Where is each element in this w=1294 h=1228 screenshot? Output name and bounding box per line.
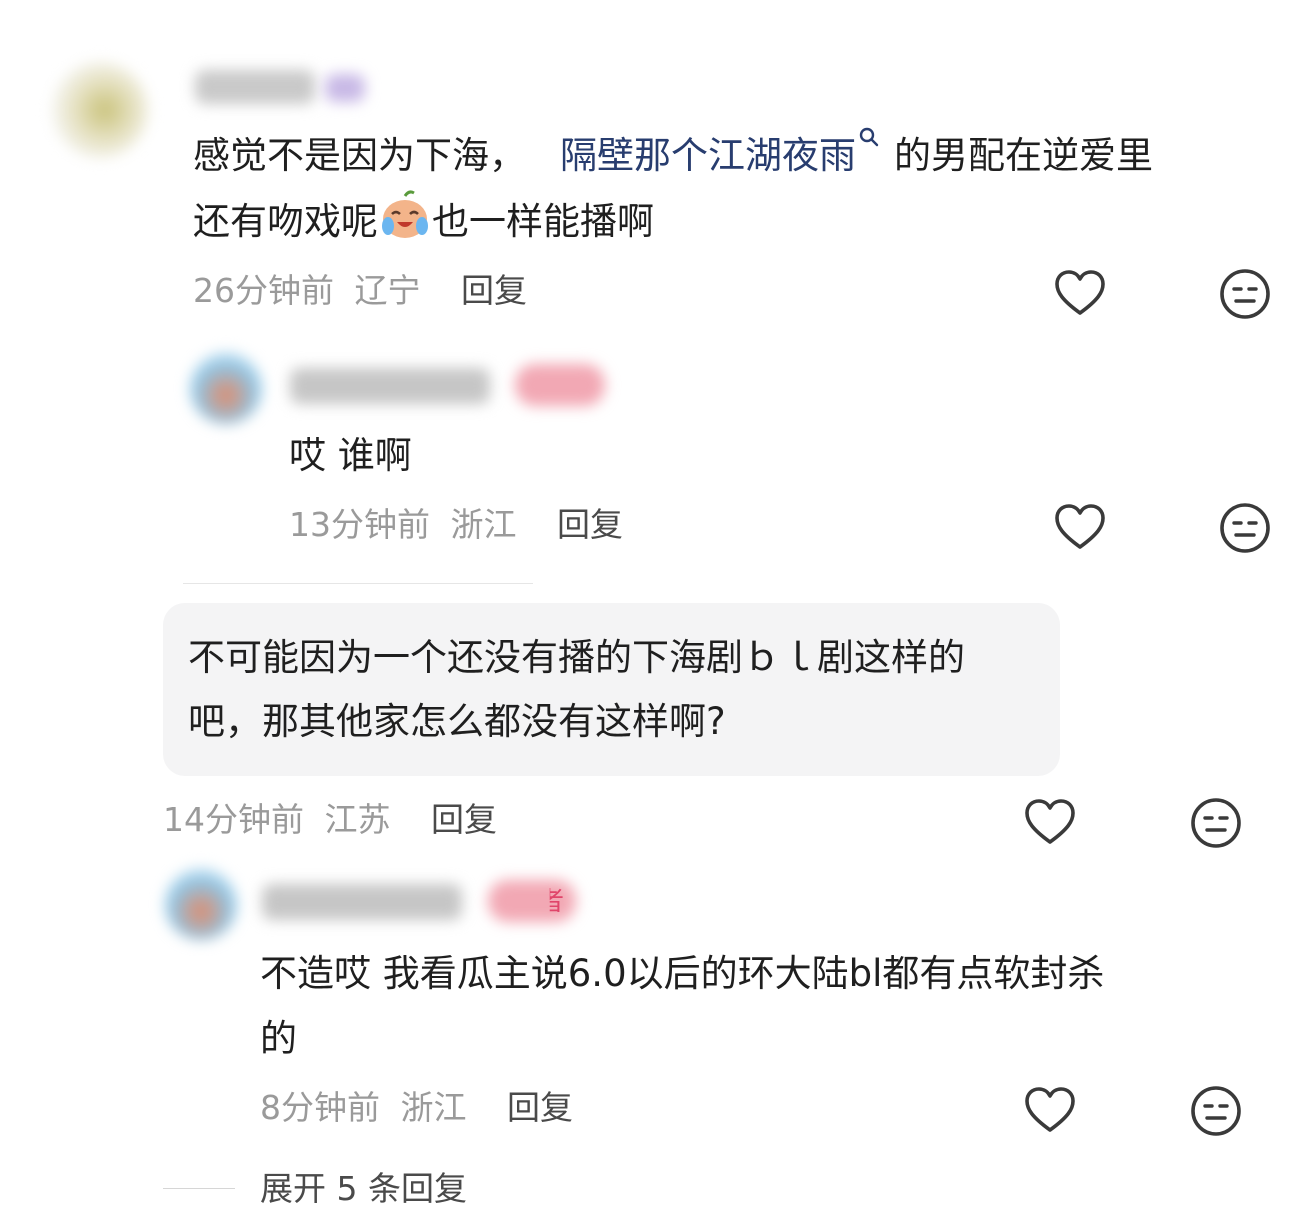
timestamp: 14分钟前	[163, 800, 304, 839]
timestamp: 26分钟前	[193, 271, 334, 310]
avatar[interactable]	[190, 352, 262, 424]
comment-text-line2: 还有吻戏呢 也一样能播啊	[193, 188, 654, 254]
meh-face-icon[interactable]	[1217, 266, 1273, 322]
avatar[interactable]	[52, 62, 148, 158]
comment-meta: 8分钟前 浙江 回复	[260, 1086, 573, 1130]
timestamp: 13分钟前	[289, 505, 430, 544]
author-name-blurred[interactable]	[195, 70, 315, 104]
expand-divider	[163, 1188, 235, 1189]
comment-text-part: 还有吻戏呢	[193, 200, 378, 243]
meh-face-icon[interactable]	[1217, 500, 1273, 556]
meh-face-icon[interactable]	[1188, 795, 1244, 851]
heart-outline-icon[interactable]	[1052, 500, 1108, 556]
divider	[183, 583, 533, 584]
reply-button[interactable]: 回复	[431, 800, 497, 839]
search-link-label[interactable]: 隔壁那个江湖夜雨	[560, 134, 856, 177]
location: 江苏	[324, 800, 391, 839]
comment-text-part: 的男配在逆爱里	[894, 134, 1153, 177]
search-link[interactable]: 隔壁那个江湖夜雨	[560, 127, 880, 177]
reply-button[interactable]: 回复	[557, 505, 623, 544]
comment-text-line2: 的	[260, 1017, 297, 1060]
timestamp: 8分钟前	[260, 1088, 380, 1127]
comment-meta: 14分钟前 江苏 回复	[163, 798, 497, 842]
heart-outline-icon[interactable]	[1022, 795, 1078, 851]
comment-text-part: 感觉不是因为下海，	[193, 134, 526, 177]
author-name-blurred[interactable]	[290, 368, 490, 404]
comment-text: 感觉不是因为下海， 隔壁那个江湖夜雨 的男配在逆爱里	[193, 124, 1153, 188]
author-badge-blurred	[515, 364, 605, 406]
comment-text: 哎 谁啊	[289, 434, 412, 477]
location: 浙江	[450, 505, 517, 544]
avatar[interactable]	[165, 868, 237, 940]
heart-outline-icon[interactable]	[1022, 1083, 1078, 1139]
reply-button[interactable]: 回复	[507, 1088, 573, 1127]
reply-button[interactable]: 回复	[461, 271, 527, 310]
location: 辽宁	[354, 271, 421, 310]
comment-meta: 26分钟前 辽宁 回复	[193, 269, 527, 313]
author-name-blurred[interactable]	[262, 884, 462, 920]
heart-outline-icon[interactable]	[1052, 266, 1108, 322]
comment-text: 不可能因为一个还没有播的下海剧ｂｌ剧这样的	[188, 636, 965, 679]
location: 浙江	[400, 1088, 467, 1127]
meh-face-icon[interactable]	[1188, 1083, 1244, 1139]
search-icon[interactable]	[858, 126, 880, 148]
expand-replies-button[interactable]: 展开 5 条回复	[260, 1166, 467, 1212]
comment-text-part: 也一样能播啊	[432, 200, 654, 243]
comment-meta: 13分钟前 浙江 回复	[289, 503, 623, 547]
comment-text: 不造哎 我看瓜主说6.0以后的环大陆bl都有点软封杀	[260, 952, 1105, 995]
comment-text-line2: 吧，那其他家怎么都没有这样啊?	[188, 700, 726, 743]
crying-laughing-emoji-icon	[382, 190, 428, 238]
level-badge-blurred	[325, 74, 365, 102]
